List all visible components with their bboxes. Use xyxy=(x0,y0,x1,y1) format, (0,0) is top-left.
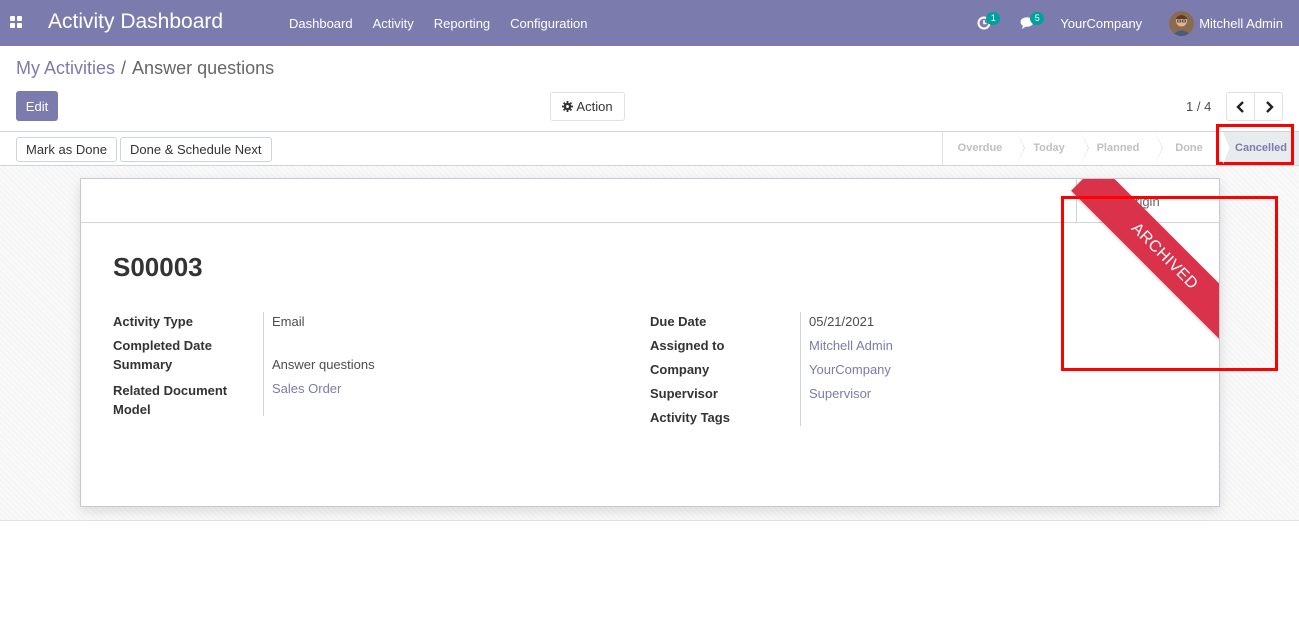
chevron-left-icon xyxy=(1235,100,1244,113)
stage-done[interactable]: Done xyxy=(1155,132,1231,165)
label-activity-tags: Activity Tags xyxy=(650,410,730,425)
label-activity-type: Activity Type xyxy=(113,314,193,329)
value-assigned-to[interactable]: Mitchell Admin xyxy=(809,338,893,353)
chevron-right-icon xyxy=(1265,100,1274,113)
statusbar: Mark as Done Done & Schedule Next Overdu… xyxy=(0,131,1299,166)
gear-icon xyxy=(562,101,574,112)
action-button[interactable]: Action xyxy=(550,92,625,121)
edit-button[interactable]: Edit xyxy=(16,91,58,121)
breadcrumb: My Activities / Answer questions xyxy=(16,58,274,79)
record-name: S00003 xyxy=(113,252,203,282)
main-menu: Dashboard Activity Reporting Configurati… xyxy=(279,0,597,46)
menu-item-dashboard[interactable]: Dashboard xyxy=(279,16,363,31)
messaging-menu[interactable]: 5 xyxy=(1006,0,1050,46)
form-sheet: Origin ARCHIVED S00003 Activity Type Com… xyxy=(80,178,1220,507)
label-related-document-model: Related Document Model xyxy=(113,383,228,417)
done-schedule-next-button[interactable]: Done & Schedule Next xyxy=(120,137,272,162)
right-group-divider xyxy=(800,312,801,426)
label-company: Company xyxy=(650,362,710,377)
activity-menu[interactable]: 1 xyxy=(962,0,1006,46)
label-assigned-to: Assigned to xyxy=(650,338,725,353)
user-name: Mitchell Admin xyxy=(1199,15,1283,31)
label-supervisor: Supervisor xyxy=(650,386,718,401)
value-related-document-model[interactable]: Sales Order xyxy=(272,381,341,396)
label-completed-date: Completed Date xyxy=(113,338,212,353)
value-summary: Answer questions xyxy=(272,357,375,372)
user-menu[interactable]: Mitchell Admin xyxy=(1169,10,1299,36)
left-group-divider xyxy=(263,312,264,416)
action-label: Action xyxy=(576,99,613,114)
value-due-date: 05/21/2021 xyxy=(809,314,875,329)
top-navbar: Activity Dashboard Dashboard Activity Re… xyxy=(0,0,1299,46)
button-box: Origin xyxy=(81,179,1219,223)
value-supervisor[interactable]: Supervisor xyxy=(809,386,871,401)
breadcrumb-current: Answer questions xyxy=(132,58,275,78)
value-company[interactable]: YourCompany xyxy=(809,362,891,377)
stage-pipeline: Overdue Today Planned Done Cancelled xyxy=(942,132,1299,165)
menu-item-configuration[interactable]: Configuration xyxy=(500,16,597,31)
avatar xyxy=(1169,10,1195,36)
apps-menu-icon[interactable] xyxy=(10,16,22,28)
menu-item-activity[interactable]: Activity xyxy=(363,16,424,31)
pager-next-button[interactable] xyxy=(1254,92,1283,121)
pager-previous-button[interactable] xyxy=(1226,92,1255,121)
pager-value[interactable]: 1 / 4 xyxy=(1186,99,1211,114)
label-due-date: Due Date xyxy=(650,314,707,329)
breadcrumb-parent[interactable]: My Activities xyxy=(16,58,115,79)
messages-badge: 5 xyxy=(1030,12,1045,25)
stage-planned[interactable]: Planned xyxy=(1081,132,1163,165)
stage-today[interactable]: Today xyxy=(1017,132,1089,165)
menu-item-reporting[interactable]: Reporting xyxy=(424,16,500,31)
navbar-systray: 1 5 YourCompany Mitchell Admin xyxy=(962,0,1299,46)
value-activity-type: Email xyxy=(272,314,305,329)
label-summary: Summary xyxy=(113,357,173,372)
stage-overdue[interactable]: Overdue xyxy=(943,132,1025,165)
stage-cancelled[interactable]: Cancelled xyxy=(1223,132,1299,165)
breadcrumb-separator: / xyxy=(121,58,127,78)
app-title[interactable]: Activity Dashboard xyxy=(48,10,223,34)
company-switcher[interactable]: YourCompany xyxy=(1050,16,1169,31)
mark-as-done-button[interactable]: Mark as Done xyxy=(16,137,117,162)
activity-badge: 1 xyxy=(986,12,1001,25)
